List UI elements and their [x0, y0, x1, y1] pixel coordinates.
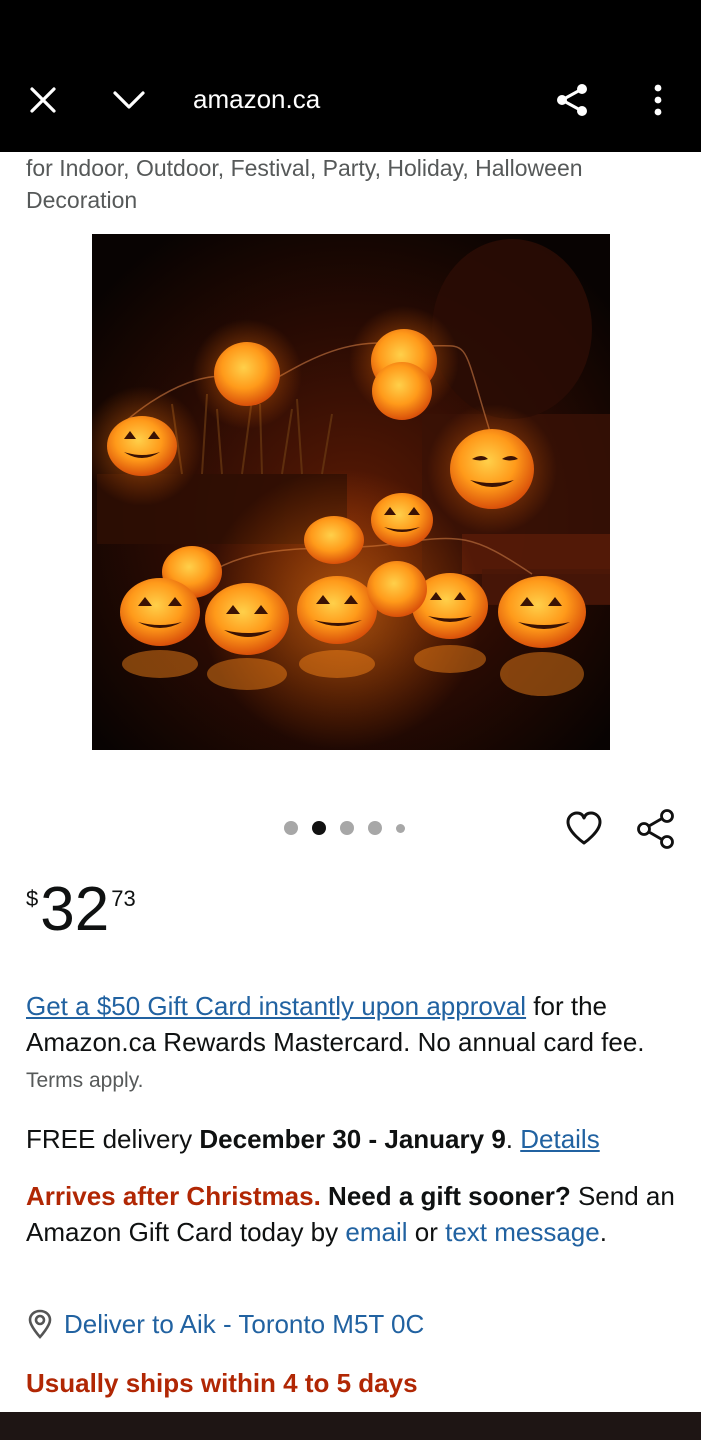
- delivery-info: FREE delivery December 30 - January 9. D…: [26, 1121, 676, 1157]
- gift-text-end: .: [599, 1217, 607, 1247]
- carousel-dot[interactable]: [368, 821, 382, 835]
- carousel-dot-active[interactable]: [312, 821, 326, 835]
- email-gift-link[interactable]: email: [345, 1217, 407, 1247]
- location-pin-icon: [26, 1309, 54, 1339]
- heart-icon: [566, 811, 602, 845]
- product-price: $ 32 73: [26, 876, 136, 944]
- credit-card-promo: Get a $50 Gift Card instantly upon appro…: [26, 988, 676, 1099]
- more-options-button[interactable]: [636, 78, 680, 122]
- url-bar[interactable]: amazon.ca: [193, 84, 320, 115]
- price-whole: 32: [40, 875, 110, 944]
- pumpkin-lights-photo: [92, 234, 610, 750]
- delivery-dates: December 30 - January 9: [199, 1124, 506, 1154]
- gift-text-or: or: [407, 1217, 446, 1247]
- delivery-separator: .: [505, 1124, 521, 1154]
- share-icon: [557, 84, 587, 116]
- share-icon: [637, 809, 674, 849]
- close-icon: [30, 87, 56, 113]
- arrives-after-christmas-alert: Arrives after Christmas.: [26, 1181, 321, 1211]
- carousel-dot[interactable]: [284, 821, 298, 835]
- chevron-down-icon: [113, 91, 145, 109]
- browser-share-button[interactable]: [550, 78, 594, 122]
- product-title: for Indoor, Outdoor, Festival, Party, Ho…: [26, 155, 583, 213]
- carousel-dot[interactable]: [396, 823, 405, 833]
- delivery-details-link[interactable]: Details: [520, 1124, 599, 1154]
- browser-toolbar: amazon.ca: [0, 0, 701, 152]
- share-product-button[interactable]: [634, 806, 678, 852]
- deliver-to-location[interactable]: Deliver to Aik - Toronto M5T 0C: [26, 1306, 424, 1342]
- carousel-dot[interactable]: [340, 821, 354, 835]
- terms-apply-text: Terms apply.: [26, 1069, 144, 1092]
- price-currency-symbol: $: [26, 886, 39, 911]
- bottom-bar: [0, 1412, 701, 1440]
- deliver-to-link[interactable]: Deliver to Aik - Toronto M5T 0C: [64, 1306, 424, 1342]
- gift-question: Need a gift sooner?: [320, 1181, 571, 1211]
- gift-notice: Arrives after Christmas. Need a gift soo…: [26, 1178, 676, 1250]
- price-fraction: 73: [111, 886, 136, 911]
- shipping-availability: Usually ships within 4 to 5 days: [26, 1368, 418, 1398]
- image-carousel-indicator[interactable]: [284, 820, 405, 836]
- more-vertical-icon: [654, 84, 662, 116]
- add-to-wishlist-button[interactable]: [562, 806, 606, 850]
- gift-card-offer-link[interactable]: Get a $50 Gift Card instantly upon appro…: [26, 991, 526, 1021]
- close-button[interactable]: [22, 78, 64, 122]
- product-image[interactable]: [92, 234, 610, 750]
- text-message-gift-link[interactable]: text message: [445, 1217, 600, 1247]
- collapse-button[interactable]: [106, 78, 152, 122]
- delivery-prefix: FREE delivery: [26, 1124, 200, 1154]
